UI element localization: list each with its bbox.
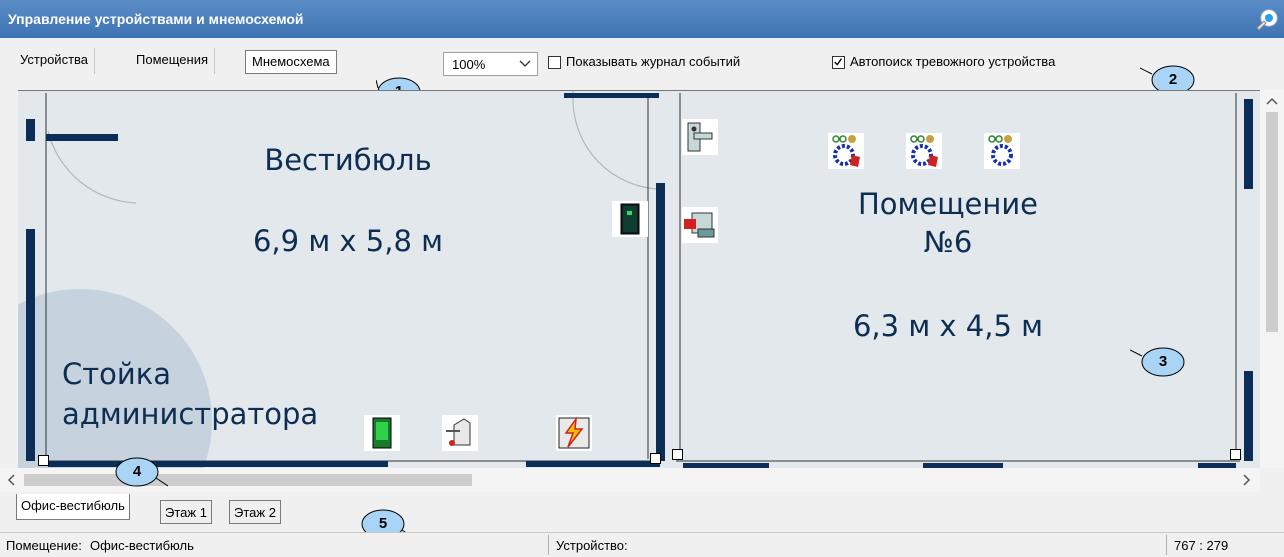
zoom-value: 100%	[452, 57, 486, 72]
tab-mnemoscheme-label: Мнемосхема	[252, 54, 330, 69]
scroll-up-icon[interactable]	[1260, 92, 1284, 112]
floor-tabs: Офис-вестибюль Этаж 1 Этаж 2	[0, 492, 1284, 532]
selection-handle[interactable]	[672, 449, 683, 460]
terminal-device-icon[interactable]	[612, 201, 648, 237]
desk-label: администратора	[62, 397, 319, 431]
callout-number: 3	[1158, 353, 1168, 370]
scroll-left-icon[interactable]	[2, 468, 22, 492]
selection-handle[interactable]	[650, 453, 661, 464]
show-event-log-checkbox[interactable]	[548, 56, 561, 69]
floor-tab-floor-1[interactable]: Этаж 1	[160, 500, 212, 524]
mnemoscheme-canvas[interactable]: Вестибюль 6,9 м х 5,8 м Стойка администр…	[18, 90, 1260, 469]
selection-handle[interactable]	[38, 455, 49, 466]
room-title: Вестибюль	[264, 143, 432, 177]
controller-device-icon[interactable]	[682, 207, 718, 243]
status-divider	[1166, 535, 1167, 555]
status-coordinates: 767 : 279	[1174, 538, 1229, 553]
help-wizard-icon[interactable]	[1254, 6, 1280, 32]
tab-devices[interactable]: Устройства	[14, 48, 96, 74]
selection-handle[interactable]	[1230, 449, 1241, 460]
room-size: 6,9 м х 5,8 м	[252, 224, 444, 258]
desk-label: Стойка	[62, 357, 172, 391]
window-title: Управление устройствами и мнемосхемой	[8, 11, 304, 27]
sensor-alarm-device-icon[interactable]	[828, 133, 864, 169]
callout-number: 2	[1168, 71, 1178, 88]
status-room-label: Помещение:	[6, 538, 82, 553]
wall	[1244, 371, 1253, 461]
wall	[564, 93, 659, 98]
wall	[26, 229, 35, 461]
wall	[656, 183, 665, 461]
callout-number: 5	[378, 515, 388, 532]
status-divider	[548, 535, 549, 555]
floor-tab-floor-2[interactable]: Этаж 2	[229, 500, 281, 524]
floor-tab-label: Офис-вестибюль	[21, 498, 125, 513]
wall	[26, 119, 35, 141]
wall	[46, 134, 118, 141]
toolbar: Устройства Помещения Мнемосхема 100% Пок…	[0, 38, 1284, 90]
floor-tab-label: Этаж 2	[234, 505, 276, 520]
status-device-label: Устройство:	[556, 538, 628, 553]
checkmark-icon	[834, 58, 843, 66]
callout-number: 4	[132, 463, 142, 480]
vertical-scroll-thumb[interactable]	[1266, 112, 1278, 332]
room-size: 6,3 м х 4,5 м	[852, 309, 1044, 343]
floor-tab-label: Этаж 1	[165, 505, 207, 520]
fire-alarm-device-icon[interactable]	[556, 415, 592, 451]
title-bar: Управление устройствами и мнемосхемой	[0, 0, 1284, 38]
chevron-down-icon	[519, 60, 531, 67]
horizontal-scrollbar[interactable]	[0, 468, 1260, 492]
show-event-log-label: Показывать журнал событий	[566, 54, 741, 69]
door-lock-device-icon[interactable]	[682, 119, 718, 155]
horizontal-scroll-thumb[interactable]	[24, 474, 472, 486]
callout-3: 3	[1129, 346, 1186, 378]
status-room-value: Офис-вестибюль	[90, 538, 194, 553]
wall	[526, 461, 660, 467]
auto-search-alarm-label: Автопоиск тревожного устройства	[850, 54, 1056, 69]
tab-mnemoscheme[interactable]: Мнемосхема	[245, 50, 337, 74]
wall	[48, 461, 388, 467]
floor-tab-office-lobby[interactable]: Офис-вестибюль	[16, 494, 130, 520]
scroll-right-icon[interactable]	[1236, 468, 1256, 492]
sensor-device-icon[interactable]	[984, 133, 1020, 169]
status-bar: Помещение: Офис-вестибюль Устройство: 76…	[0, 532, 1284, 557]
tab-rooms[interactable]: Помещения	[130, 48, 216, 74]
wall	[1244, 99, 1253, 189]
room-title: Помещение	[857, 187, 1039, 221]
room-number: №6	[923, 225, 973, 259]
zoom-select[interactable]: 100%	[443, 52, 538, 76]
tab-devices-label: Устройства	[20, 52, 89, 67]
auto-search-alarm-checkbox[interactable]	[832, 56, 845, 69]
tab-rooms-label: Помещения	[136, 52, 209, 67]
vertical-scrollbar[interactable]	[1260, 90, 1284, 468]
callout-4: 4	[112, 456, 169, 488]
turnstile-device-icon[interactable]	[442, 415, 478, 451]
card-reader-device-icon[interactable]	[364, 415, 400, 451]
sensor-alarm-device-icon[interactable]	[906, 133, 942, 169]
